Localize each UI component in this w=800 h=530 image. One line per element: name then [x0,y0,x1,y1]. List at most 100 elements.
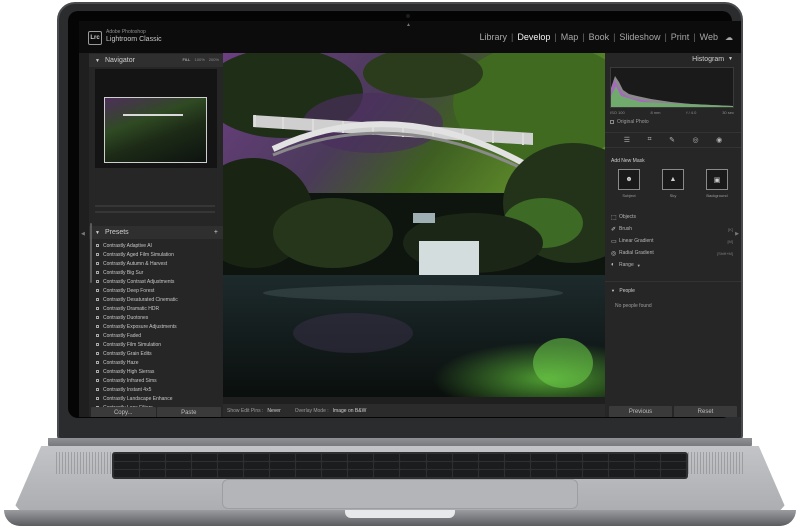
module-library[interactable]: Library [475,32,511,42]
mask-background-button[interactable]: ▣ Background [702,169,732,198]
left-panel-arrow-icon[interactable]: ◀ [81,231,85,237]
main-photo[interactable] [223,53,605,397]
key [504,470,530,477]
preset-folder-icon [96,316,99,319]
mask-radial-gradient[interactable]: ◎ Radial Gradient [Shift+M] [611,247,733,259]
overlay-mode-select[interactable]: Image on B&W [333,408,367,414]
preset-item[interactable]: Contrastly Deep Forest [96,286,214,295]
mask-brush[interactable]: ✐ Brush [K] [611,223,733,235]
key [374,454,400,461]
keyboard [112,452,688,479]
key [218,462,244,469]
key [192,454,218,461]
preset-item[interactable]: Contrastly Big Sur [96,268,214,277]
preset-item[interactable]: Contrastly Autumn & Harvest [96,259,214,268]
trackpad [222,479,578,509]
preset-item[interactable]: Contrastly Aged Film Simulation [96,250,214,259]
edit-pins-select[interactable]: Never [267,408,280,414]
subject-icon: ☻ [618,169,640,190]
original-photo-toggle[interactable]: Original Photo [610,119,649,125]
mask-range[interactable]: ◐ Range ▼ [611,259,733,271]
sky-icon: ▲ [662,169,684,190]
preset-item[interactable]: Contrastly Infrared Sims [96,376,214,385]
navigator-header[interactable]: ▼ Navigator FILL 100% 200% [89,54,223,67]
objects-icon: ⬚ [611,214,617,221]
preset-label: Contrastly Faded [103,332,142,339]
right-panel-arrow-icon[interactable]: ▶ [735,231,739,237]
preset-item[interactable]: Contrastly Desaturated Cinematic [96,295,214,304]
preset-item[interactable]: Contrastly Adaptive AI [96,241,214,250]
zoom-fill[interactable]: FILL [183,57,191,62]
preset-item[interactable]: Contrastly High Sierras [96,367,214,376]
radial-gradient-icon: ◎ [611,250,617,257]
left-panel-buttons: Copy... Paste [91,407,221,417]
preset-folder-icon [96,388,99,391]
previous-button[interactable]: Previous [609,406,672,417]
preset-label: Contrastly High Sierras [103,368,155,375]
left-panel: ▼ Navigator FILL 100% 200% ▼ Presets + C… [89,53,223,417]
right-speaker [682,452,744,474]
preset-item[interactable]: Contrastly Dramatic HDR [96,304,214,313]
top-bar: Lrc Adobe Photoshop Lightroom Classic ▲ … [79,21,741,53]
preset-item[interactable]: Contrastly Instant 4x5 [96,385,214,394]
preset-item[interactable]: Contrastly Haze [96,358,214,367]
histogram-chart[interactable] [610,67,734,108]
edit-sliders-icon[interactable]: ☰ [624,136,630,144]
key [426,462,452,469]
key [426,454,452,461]
key [322,462,348,469]
preset-label: Contrastly Contrast Adjustments [103,278,175,285]
laptop-mockup: Lrc Adobe Photoshop Lightroom Classic ▲ … [0,0,800,530]
people-header[interactable]: ▼ People [611,288,635,294]
add-preset-icon[interactable]: + [214,229,218,236]
healing-icon[interactable]: ✎ [669,136,675,144]
mask-objects[interactable]: ⬚ Objects [611,211,733,223]
tool-strip: ☰ ⌗ ✎ ◎ ◉ [605,132,741,148]
paste-button[interactable]: Paste [156,407,221,417]
lightroom-window: Lrc Adobe Photoshop Lightroom Classic ▲ … [79,21,741,417]
cloud-icon[interactable]: ☁ [722,33,741,42]
zoom-100[interactable]: 100% [195,57,205,62]
presets-header[interactable]: ▼ Presets + [89,226,223,239]
preset-item[interactable]: Contrastly Contrast Adjustments [96,277,214,286]
preset-item[interactable]: Contrastly Grain Edits [96,349,214,358]
key [348,462,374,469]
copy-button[interactable]: Copy... [91,407,156,417]
collapse-top-panel-icon[interactable]: ▲ [406,22,411,28]
reset-button[interactable]: Reset [674,406,737,417]
presets-scrollbar[interactable] [90,223,92,283]
module-slideshow[interactable]: Slideshow [615,32,664,42]
module-print[interactable]: Print [667,32,694,42]
zoom-200[interactable]: 200% [209,57,219,62]
mask-linear-gradient[interactable]: ▭ Linear Gradient [M] [611,235,733,247]
key [452,470,478,477]
key [166,462,192,469]
masking-icon[interactable]: ◉ [716,136,722,144]
mask-sky-button[interactable]: ▲ Sky [658,169,688,198]
navigator-preview[interactable] [95,69,217,168]
key [348,470,374,477]
key [166,454,192,461]
preset-item[interactable]: Contrastly Landscape Enhance [96,394,214,403]
key [400,454,426,461]
module-develop[interactable]: Develop [513,32,554,42]
crop-icon[interactable]: ⌗ [648,136,652,144]
module-web[interactable]: Web [696,32,722,42]
preset-item[interactable]: Contrastly Exposure Adjustments [96,322,214,331]
people-empty-text: No people found [615,303,652,309]
checkbox[interactable] [610,120,614,124]
key [556,462,582,469]
histogram-header[interactable]: Histogram ▼ [605,53,741,65]
mask-buttons: ☻ Subject ▲ Sky ▣ Background [614,169,732,198]
preset-item[interactable]: Contrastly Film Simulation [96,340,214,349]
module-book[interactable]: Book [585,32,614,42]
key [244,462,270,469]
preset-folder-icon [96,289,99,292]
red-eye-icon[interactable]: ◎ [692,136,698,144]
preset-item[interactable]: Contrastly Faded [96,331,214,340]
preset-item[interactable]: Contrastly Duotones [96,313,214,322]
mask-subject-button[interactable]: ☻ Subject [614,169,644,198]
range-icon: ◐ [611,262,615,268]
left-speaker [56,452,118,474]
module-map[interactable]: Map [557,32,583,42]
